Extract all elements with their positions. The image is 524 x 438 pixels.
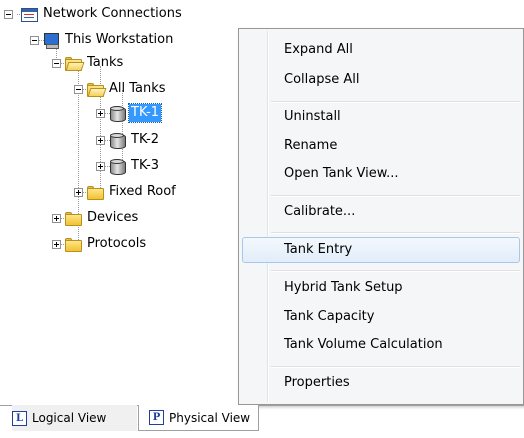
folder-icon: [86, 184, 104, 200]
tree-node-tk-3[interactable]: TK-3: [108, 156, 161, 176]
tree-node-label-selected: TK-1: [127, 103, 163, 123]
menu-separator: [271, 195, 520, 197]
tree-node-label: TK-2: [131, 132, 160, 147]
tank-icon: [108, 105, 126, 122]
menu-item-rename[interactable]: Rename: [242, 133, 520, 159]
view-tabs: L Logical View P Physical View: [0, 402, 524, 438]
collapse-toggle[interactable]: [30, 36, 39, 45]
menu-item-hybrid-tank-setup[interactable]: Hybrid Tank Setup: [242, 275, 520, 301]
folder-icon: [64, 236, 82, 252]
tree-node-label: All Tanks: [109, 81, 166, 96]
expand-toggle[interactable]: [52, 240, 61, 249]
folder-icon: [64, 210, 82, 226]
tank-icon: [108, 132, 126, 149]
tree-node-protocols[interactable]: Protocols: [64, 234, 148, 254]
collapse-toggle[interactable]: [4, 10, 13, 19]
tree-node-label: Network Connections: [43, 6, 182, 21]
menu-item-properties[interactable]: Properties: [242, 370, 520, 396]
physical-view-icon: P: [149, 410, 164, 425]
tab-label: Physical View: [169, 410, 251, 425]
menu-item-uninstall[interactable]: Uninstall: [242, 104, 520, 130]
expand-toggle[interactable]: [96, 162, 105, 171]
menu-item-collapse-all[interactable]: Collapse All: [242, 67, 520, 93]
expand-toggle[interactable]: [96, 136, 105, 145]
menu-item-open-tank-view[interactable]: Open Tank View...: [242, 161, 520, 187]
collapse-toggle[interactable]: [74, 85, 83, 94]
network-icon: [20, 6, 38, 22]
menu-item-tank-entry[interactable]: Tank Entry: [242, 237, 520, 263]
tree-node-label: This Workstation: [65, 32, 174, 47]
computer-icon: [42, 32, 60, 49]
expand-toggle[interactable]: [52, 214, 61, 223]
tree-node-network-connections[interactable]: Network Connections: [20, 4, 184, 24]
menu-item-expand-all[interactable]: Expand All: [242, 37, 520, 63]
expand-toggle[interactable]: [74, 188, 83, 197]
logical-view-icon: L: [12, 410, 27, 426]
tree-node-all-tanks[interactable]: All Tanks: [86, 79, 168, 99]
tree-node-this-workstation[interactable]: This Workstation: [42, 30, 175, 50]
menu-item-tank-capacity[interactable]: Tank Capacity: [242, 304, 520, 330]
tree-node-label: TK-3: [131, 158, 160, 173]
tree-node-fixed-roof[interactable]: Fixed Roof: [86, 182, 178, 202]
menu-separator: [271, 366, 520, 368]
tree-node-devices[interactable]: Devices: [64, 208, 140, 228]
tab-logical-view[interactable]: L Logical View: [12, 405, 137, 431]
expand-toggle[interactable]: [96, 109, 105, 118]
context-menu: Expand All Collapse All Uninstall Rename…: [238, 28, 524, 405]
collapse-toggle[interactable]: [52, 59, 61, 68]
open-folder-icon: [86, 81, 107, 97]
tree-node-label: Devices: [87, 210, 139, 225]
menu-separator: [271, 232, 520, 234]
tank-icon: [108, 158, 126, 175]
menu-item-tank-volume-calculation[interactable]: Tank Volume Calculation: [242, 332, 520, 358]
tab-label: Logical View: [32, 411, 107, 425]
menu-item-calibrate[interactable]: Calibrate...: [242, 199, 520, 225]
tree-node-label: Tanks: [87, 55, 124, 70]
menu-separator: [271, 101, 520, 103]
tab-physical-view[interactable]: P Physical View: [138, 405, 259, 431]
menu-separator: [271, 270, 520, 272]
tree-node-label: Protocols: [87, 236, 147, 251]
open-folder-icon: [64, 55, 85, 71]
tree-node-tk-1[interactable]: TK-1: [108, 103, 163, 123]
tree-node-tanks[interactable]: Tanks: [64, 53, 125, 73]
tree-view[interactable]: Network Connections This Workstation Tan…: [0, 0, 260, 400]
tree-node-tk-2[interactable]: TK-2: [108, 130, 161, 150]
tree-node-label: Fixed Roof: [109, 184, 176, 199]
